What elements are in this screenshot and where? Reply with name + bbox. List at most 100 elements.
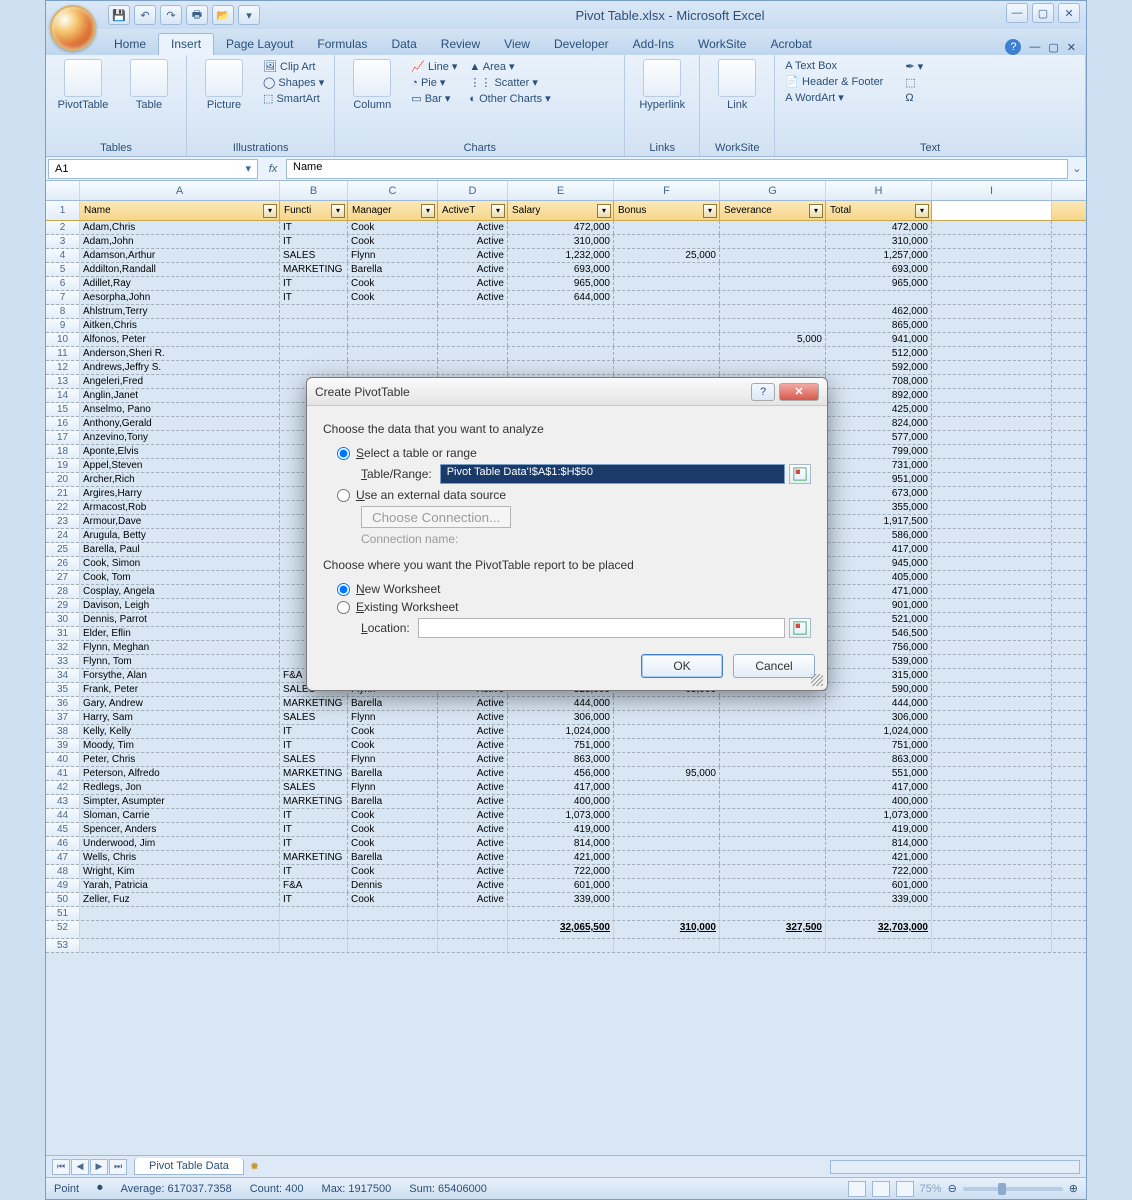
table-row[interactable]: 12Andrews,Jeffry S.592,000: [46, 361, 1086, 375]
sheet-first[interactable]: ⏮: [52, 1159, 70, 1175]
table-row[interactable]: 45Spencer, AndersITCookActive419,000419,…: [46, 823, 1086, 837]
workbook-close-icon[interactable]: ✕: [1067, 41, 1076, 54]
tab-page-layout[interactable]: Page Layout: [214, 34, 305, 55]
qat-redo[interactable]: ↷: [160, 5, 182, 25]
row-number[interactable]: 24: [46, 529, 80, 542]
row-number[interactable]: 10: [46, 333, 80, 346]
table-row[interactable]: 36Gary, AndrewMARKETINGBarellaActive444,…: [46, 697, 1086, 711]
table-row[interactable]: 39Moody, TimITCookActive751,000751,000: [46, 739, 1086, 753]
resize-grip[interactable]: [811, 674, 823, 686]
view-layout[interactable]: [872, 1181, 890, 1197]
row-number[interactable]: 5: [46, 263, 80, 276]
row-number[interactable]: 2: [46, 221, 80, 234]
row-number[interactable]: 45: [46, 823, 80, 836]
tab-view[interactable]: View: [492, 34, 542, 55]
table-row[interactable]: 37Harry, SamSALESFlynnActive306,000306,0…: [46, 711, 1086, 725]
tab-formulas[interactable]: Formulas: [305, 34, 379, 55]
row-number[interactable]: 44: [46, 809, 80, 822]
row-number[interactable]: 29: [46, 599, 80, 612]
row-number[interactable]: 14: [46, 389, 80, 402]
pie-chart-button[interactable]: ◔ Pie ▾: [407, 75, 461, 90]
filter-manager[interactable]: ▾: [421, 204, 435, 218]
qat-open[interactable]: 📂: [212, 5, 234, 25]
symbol-button[interactable]: Ω: [901, 91, 927, 105]
row-number[interactable]: 40: [46, 753, 80, 766]
row-number[interactable]: 46: [46, 837, 80, 850]
scatter-chart-button[interactable]: ⋮⋮ Scatter ▾: [465, 75, 554, 90]
ribbon-minimize-icon[interactable]: —: [1029, 41, 1040, 53]
smartart-button[interactable]: ⬚ SmartArt: [259, 91, 328, 106]
row-number[interactable]: 39: [46, 739, 80, 752]
row-number[interactable]: 6: [46, 277, 80, 290]
row-number[interactable]: 42: [46, 781, 80, 794]
filter-severance[interactable]: ▾: [809, 204, 823, 218]
row-number[interactable]: 4: [46, 249, 80, 262]
worksite-link-button[interactable]: Link: [706, 59, 768, 111]
sheet-next[interactable]: ▶: [90, 1159, 108, 1175]
view-normal[interactable]: [848, 1181, 866, 1197]
row-number[interactable]: 31: [46, 627, 80, 640]
horizontal-scrollbar[interactable]: [830, 1160, 1080, 1174]
table-row[interactable]: 47Wells, ChrisMARKETINGBarellaActive421,…: [46, 851, 1086, 865]
table-row[interactable]: 53: [46, 939, 1086, 953]
row-number[interactable]: 27: [46, 571, 80, 584]
col-D[interactable]: D: [438, 181, 508, 200]
macro-record-icon[interactable]: ⏺: [97, 1182, 103, 1195]
col-H[interactable]: H: [826, 181, 932, 200]
row-number[interactable]: 23: [46, 515, 80, 528]
row-number[interactable]: 37: [46, 711, 80, 724]
office-button[interactable]: [50, 5, 96, 51]
radio-existing-worksheet[interactable]: Existing Worksheet: [337, 600, 811, 614]
row-number[interactable]: 3: [46, 235, 80, 248]
picture-button[interactable]: Picture: [193, 59, 255, 111]
object-button[interactable]: ⬚: [901, 75, 927, 90]
dialog-help-button[interactable]: ?: [751, 383, 775, 401]
table-row[interactable]: 50Zeller, FuzITCookActive339,000339,000: [46, 893, 1086, 907]
qat-more[interactable]: ▾: [238, 5, 260, 25]
row-number[interactable]: 12: [46, 361, 80, 374]
table-row[interactable]: 41Peterson, AlfredoMARKETINGBarellaActiv…: [46, 767, 1086, 781]
zoom-in[interactable]: ⊕: [1069, 1182, 1078, 1195]
row-number[interactable]: 26: [46, 557, 80, 570]
workbook-restore-icon[interactable]: ▢: [1048, 41, 1058, 54]
tab-worksite[interactable]: WorkSite: [686, 34, 758, 55]
table-row[interactable]: 3Adam,JohnITCookActive310,000310,000: [46, 235, 1086, 249]
select-all-corner[interactable]: [46, 181, 80, 200]
qat-undo[interactable]: ↶: [134, 5, 156, 25]
col-B[interactable]: B: [280, 181, 348, 200]
table-row[interactable]: 6Adillet,RayITCookActive965,000965,000: [46, 277, 1086, 291]
area-chart-button[interactable]: ▲ Area ▾: [465, 59, 554, 74]
sheet-last[interactable]: ⏭: [109, 1159, 127, 1175]
tab-data[interactable]: Data: [379, 34, 428, 55]
sheet-prev[interactable]: ◀: [71, 1159, 89, 1175]
table-row[interactable]: 49Yarah, PatriciaF&ADennisActive601,0006…: [46, 879, 1086, 893]
totals-row[interactable]: 5232,065,500310,000327,50032,703,000: [46, 921, 1086, 939]
row-number[interactable]: 41: [46, 767, 80, 780]
col-F[interactable]: F: [614, 181, 720, 200]
filter-name[interactable]: ▾: [263, 204, 277, 218]
row-number[interactable]: 35: [46, 683, 80, 696]
row-number[interactable]: 20: [46, 473, 80, 486]
qat-save[interactable]: 💾: [108, 5, 130, 25]
table-row[interactable]: 5Addilton,RandallMARKETINGBarellaActive6…: [46, 263, 1086, 277]
row-number[interactable]: 18: [46, 445, 80, 458]
view-pagebreak[interactable]: [896, 1181, 914, 1197]
tab-review[interactable]: Review: [429, 34, 492, 55]
pivottable-button[interactable]: PivotTable: [52, 59, 114, 111]
row-number[interactable]: 1: [46, 201, 80, 220]
header-footer-button[interactable]: 📄 Header & Footer: [781, 74, 887, 89]
table-row[interactable]: 7Aesorpha,JohnITCookActive644,000: [46, 291, 1086, 305]
dialog-close-button[interactable]: ✕: [779, 383, 819, 401]
textbox-button[interactable]: A Text Box: [781, 59, 887, 73]
other-charts-button[interactable]: ◐ Other Charts ▾: [465, 91, 554, 106]
col-E[interactable]: E: [508, 181, 614, 200]
table-row[interactable]: 8Ahlstrum,Terry462,000: [46, 305, 1086, 319]
tab-home[interactable]: Home: [102, 34, 158, 55]
range-picker-button[interactable]: [789, 464, 811, 484]
qat-print[interactable]: 🖶: [186, 5, 208, 25]
row-number[interactable]: 32: [46, 641, 80, 654]
shapes-button[interactable]: ◯ Shapes ▾: [259, 75, 328, 90]
table-range-input[interactable]: Pivot Table Data'!$A$1:$H$50: [440, 464, 785, 484]
tab-acrobat[interactable]: Acrobat: [758, 34, 823, 55]
filter-salary[interactable]: ▾: [597, 204, 611, 218]
